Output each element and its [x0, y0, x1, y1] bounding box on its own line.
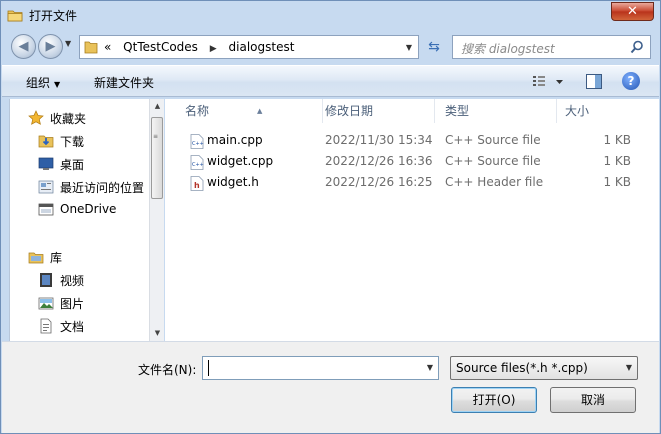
column-header-date[interactable]: 修改日期 — [317, 99, 435, 123]
svg-text:C++: C++ — [192, 162, 204, 168]
desktop-icon — [38, 157, 54, 170]
nav-item-label: OneDrive — [60, 202, 117, 216]
file-name: widget.h — [207, 175, 259, 189]
chevron-down-icon: ▼ — [625, 363, 632, 372]
forward-arrow-icon: ▶ — [45, 39, 56, 54]
file-row[interactable]: C++ widget.cpp 2022/12/26 16:36 C++ Sour… — [183, 152, 643, 172]
forward-button[interactable]: ▶ — [38, 34, 63, 59]
back-arrow-icon: ◀ — [18, 39, 29, 54]
cpp-file-icon: C++ — [190, 134, 204, 149]
nav-item-label: 图片 — [60, 297, 85, 311]
chevron-down-icon: ▼ — [54, 80, 61, 89]
folder-icon — [7, 10, 23, 22]
breadcrumb-qttestcodes[interactable]: QtTestCodes — [123, 40, 198, 54]
recent-pages-dropdown-icon[interactable]: ▼ — [65, 39, 71, 48]
download-folder-icon — [38, 135, 54, 148]
column-header-name[interactable]: 名称 ▲ — [177, 99, 323, 123]
nav-item-label: 文档 — [60, 320, 85, 334]
address-dropdown-icon[interactable]: ▼ — [406, 43, 412, 52]
file-row[interactable]: h widget.h 2022/12/26 16:25 C++ Header f… — [183, 173, 643, 193]
nav-item-label: 视频 — [60, 274, 85, 288]
sort-ascending-icon: ▲ — [257, 107, 263, 115]
file-name: main.cpp — [207, 133, 263, 147]
organize-label: 组织 — [26, 76, 51, 90]
svg-text:C++: C++ — [192, 141, 204, 147]
file-type: C++ Source file — [445, 133, 541, 147]
back-button[interactable]: ◀ — [11, 34, 36, 59]
search-icon[interactable] — [630, 40, 644, 54]
nav-item-label: 最近访问的位置 — [60, 181, 145, 195]
recent-places-icon — [38, 180, 54, 194]
file-type-select[interactable]: Source files(*.h *.cpp) ▼ — [450, 356, 638, 380]
search-placeholder: 搜索 dialogstest — [461, 42, 555, 56]
file-size: 1 KB — [603, 175, 631, 189]
nav-item-label: 桌面 — [60, 158, 85, 172]
scrollbar-thumb[interactable] — [151, 117, 163, 199]
navigation-scrollbar[interactable]: ▲ ≡ ▼ — [149, 99, 164, 341]
file-type: C++ Source file — [445, 154, 541, 168]
column-header-size[interactable]: 大小 — [557, 99, 637, 123]
search-input[interactable]: 搜索 dialogstest — [452, 35, 651, 59]
new-folder-button[interactable]: 新建文件夹 — [94, 74, 154, 91]
command-toolbar: 组织 ▼ 新建文件夹 ? — [2, 65, 659, 97]
organize-button[interactable]: 组织 ▼ — [26, 74, 60, 91]
refresh-button[interactable]: ⇆ — [422, 35, 446, 59]
file-type: C++ Header file — [445, 175, 544, 189]
video-icon — [40, 273, 52, 287]
text-caret — [208, 360, 209, 376]
onedrive-icon — [38, 203, 54, 216]
open-button[interactable]: 打开(O) — [451, 387, 537, 413]
breadcrumb: « QtTestCodes ▶ dialogstest — [104, 40, 302, 54]
cpp-file-icon: C++ — [190, 155, 204, 170]
file-date: 2022/12/26 16:36 — [325, 154, 433, 168]
scroll-down-icon[interactable]: ▼ — [150, 326, 165, 341]
breadcrumb-dialogstest[interactable]: dialogstest — [229, 40, 295, 54]
preview-pane-icon[interactable] — [586, 74, 602, 89]
star-icon — [28, 110, 44, 125]
breadcrumb-overflow[interactable]: « — [104, 40, 111, 54]
scroll-up-icon[interactable]: ▲ — [150, 99, 165, 114]
title-bar: 打开文件 ✕ — [1, 1, 660, 29]
nav-item-label: 下载 — [60, 135, 85, 149]
file-row[interactable]: C++ main.cpp 2022/11/30 15:34 C++ Source… — [183, 131, 643, 151]
file-type-filter-value: Source files(*.h *.cpp) — [456, 361, 588, 375]
change-view-icon[interactable] — [532, 74, 566, 90]
chevron-right-icon[interactable]: ▶ — [210, 44, 217, 54]
documents-icon — [40, 318, 52, 334]
address-bar[interactable]: « QtTestCodes ▶ dialogstest ▼ — [79, 35, 419, 59]
file-size: 1 KB — [603, 154, 631, 168]
file-list: 名称 ▲ 修改日期 类型 大小 C++ main.cpp 2022/11/30 … — [165, 99, 659, 341]
nav-item-label: 收藏夹 — [50, 112, 87, 126]
cancel-button[interactable]: 取消 — [550, 387, 636, 413]
filename-label: 文件名(N): — [138, 363, 197, 377]
file-date: 2022/12/26 16:25 — [325, 175, 433, 189]
filename-input[interactable]: ▼ — [202, 356, 439, 380]
nav-item-label: 库 — [50, 251, 63, 265]
scrollbar-grip-icon: ≡ — [153, 133, 159, 140]
library-icon — [28, 252, 44, 264]
file-size: 1 KB — [603, 133, 631, 147]
dialog-footer: 文件名(N): ▼ Source files(*.h *.cpp) ▼ 打开(O… — [2, 341, 659, 433]
file-date: 2022/11/30 15:34 — [325, 133, 433, 147]
open-file-dialog: 打开文件 ✕ ◀ ▶ ▼ « QtTestCodes ▶ dialogstest… — [0, 0, 661, 434]
window-title: 打开文件 — [29, 9, 78, 23]
help-icon[interactable]: ? — [622, 72, 640, 90]
close-button[interactable]: ✕ — [611, 2, 654, 21]
header-file-icon: h — [190, 176, 204, 191]
column-header-label: 名称 — [185, 104, 210, 118]
chevron-down-icon[interactable]: ▼ — [427, 363, 433, 372]
svg-text:h: h — [194, 181, 200, 190]
folder-icon — [84, 41, 98, 54]
column-header-type[interactable]: 类型 — [437, 99, 557, 123]
navigation-pane: 收藏夹 下载 桌面 最近访问的位置 OneDrive 库 视频 图片 文档 — [9, 99, 164, 341]
refresh-icon: ⇆ — [428, 39, 440, 55]
pictures-icon — [38, 297, 54, 310]
file-name: widget.cpp — [207, 154, 274, 168]
